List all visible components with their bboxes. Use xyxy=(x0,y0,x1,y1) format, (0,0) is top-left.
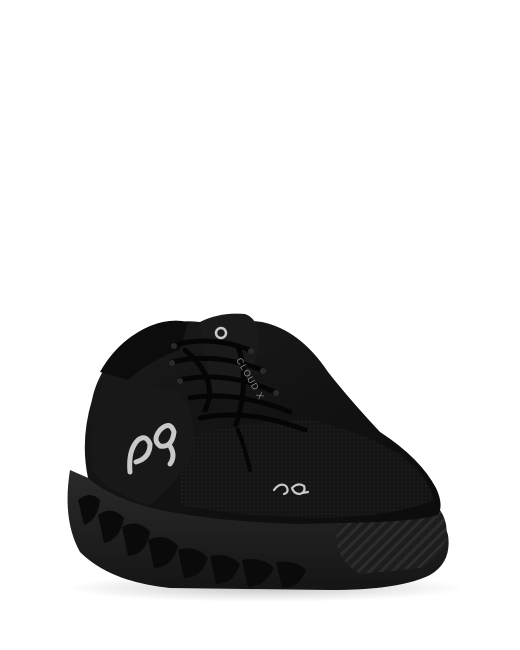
sneaker-illustration: CLOUD X xyxy=(65,313,465,602)
product-image: CLOUD X xyxy=(0,0,520,650)
